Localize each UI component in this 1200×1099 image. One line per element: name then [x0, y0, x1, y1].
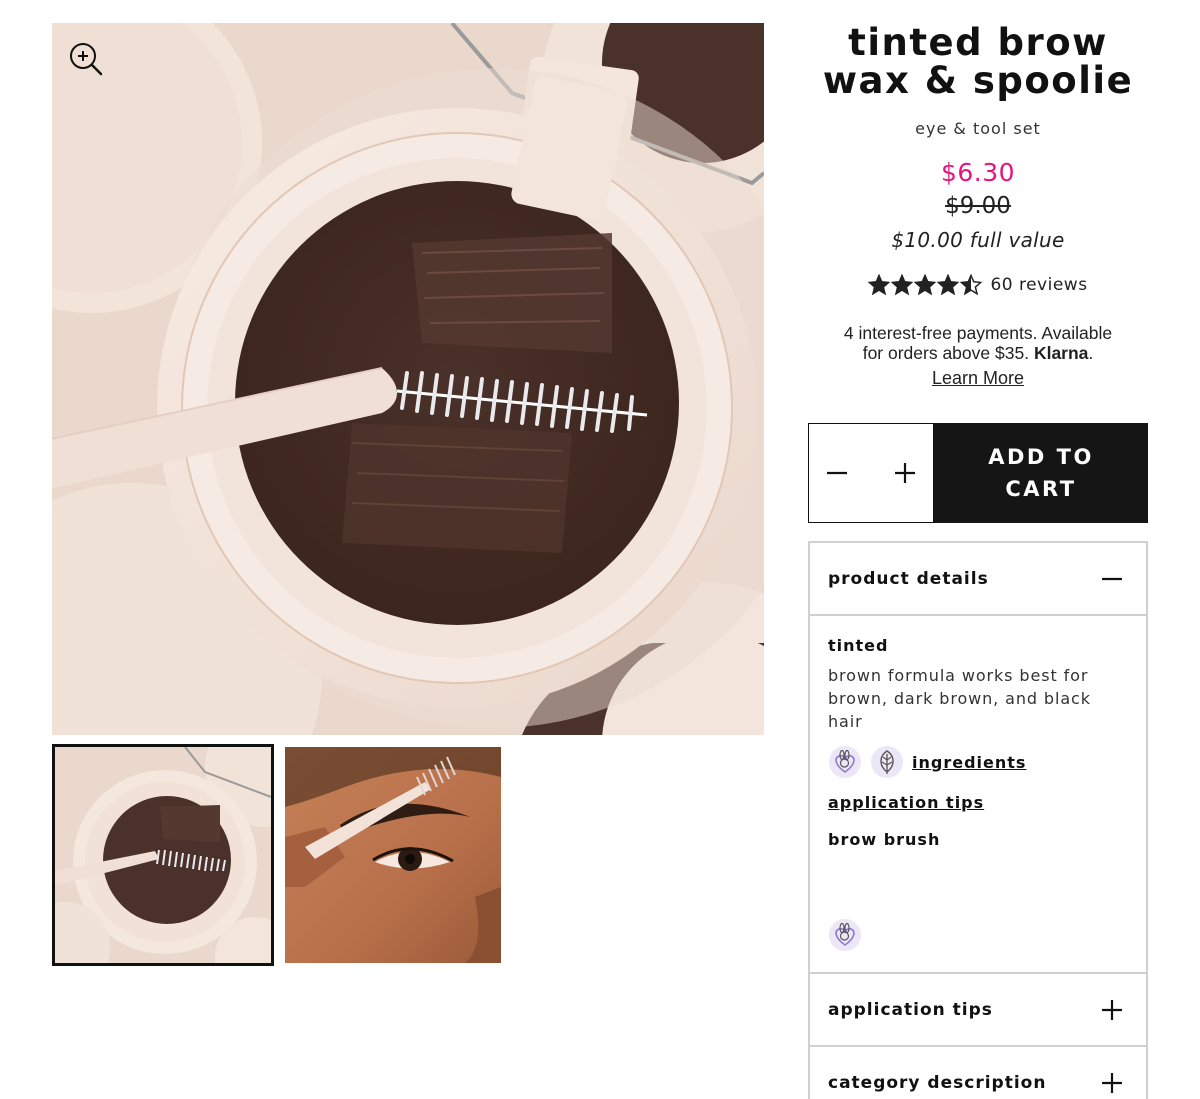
zoom-in-icon[interactable] [66, 39, 106, 79]
star-rating[interactable] [868, 274, 983, 296]
product-photo [52, 23, 764, 735]
purchase-row: ADD TO CART [808, 423, 1148, 523]
learn-more-link[interactable]: Learn More [932, 368, 1024, 388]
product-details-body: tinted brown formula works best for brow… [810, 616, 1146, 972]
product-accordion: product details tinted brown formula wor… [808, 541, 1148, 1099]
expand-plus-icon[interactable] [1100, 998, 1124, 1022]
cruelty-free-bunny-icon [829, 919, 861, 951]
application-tips-title: application tips [828, 999, 993, 1020]
category-description-title: category description [828, 1072, 1047, 1093]
star-icon [937, 274, 960, 296]
full-value-label: $10.00 full value [891, 228, 1065, 252]
category-description-header[interactable]: category description [810, 1047, 1146, 1099]
add-label-line-1: ADD TO [988, 445, 1094, 469]
klarna-line-1: 4 interest-free payments. Available [843, 323, 1113, 343]
klarna-message: 4 interest-free payments. Available for … [808, 323, 1148, 388]
product-info: tinted brow wax & spoolie eye & tool set… [808, 24, 1148, 389]
model-thumbnail[interactable] [285, 747, 501, 963]
brush-heading: brow brush [828, 830, 941, 849]
details-text: brown formula works best for brown, dark… [828, 666, 1091, 731]
badges-row: ingredients [828, 745, 1128, 779]
collapse-minus-icon[interactable] [1100, 567, 1124, 591]
main-product-image[interactable] [52, 23, 764, 735]
ingredients-link[interactable]: ingredients [912, 753, 1026, 772]
thumbnail-product-photo [55, 747, 271, 963]
product-details-header[interactable]: product details [810, 543, 1146, 614]
product-title: tinted brow wax & spoolie [808, 24, 1148, 100]
title-line-1: tinted brow [848, 21, 1108, 64]
vegan-leaf-icon [871, 746, 903, 778]
star-icon [891, 274, 914, 296]
product-thumbnail[interactable] [52, 744, 274, 966]
star-icon [914, 274, 937, 296]
application-tips-header[interactable]: application tips [810, 974, 1146, 1045]
thumbnail-model-photo [285, 747, 501, 963]
klarna-brand: Klarna [1033, 343, 1089, 363]
product-details-title: product details [828, 568, 989, 589]
add-to-cart-button[interactable]: ADD TO CART [934, 423, 1148, 523]
original-price: $9.00 [945, 193, 1011, 219]
plus-icon[interactable] [893, 461, 917, 485]
rating-row: 60 reviews [808, 274, 1148, 296]
cruelty-free-bunny-icon [829, 746, 861, 778]
star-icon [960, 274, 983, 296]
details-heading: tinted [828, 636, 889, 655]
reviews-link[interactable]: 60 reviews [990, 275, 1087, 295]
klarna-line-2: for orders above $35. [862, 343, 1030, 363]
expand-plus-icon[interactable] [1100, 1071, 1124, 1095]
star-icon [868, 274, 891, 296]
sale-price: $6.30 [940, 158, 1016, 187]
title-line-2: wax & spoolie [822, 59, 1134, 102]
klarna-period: . [1088, 343, 1094, 363]
add-label-line-2: CART [1005, 477, 1077, 501]
minus-icon[interactable] [825, 461, 849, 485]
quantity-stepper [808, 423, 934, 523]
category-description-section: category description [810, 1045, 1146, 1099]
application-tips-link[interactable]: application tips [828, 793, 1128, 812]
product-subtitle: eye & tool set [915, 119, 1041, 138]
application-tips-section: application tips [810, 972, 1146, 1045]
